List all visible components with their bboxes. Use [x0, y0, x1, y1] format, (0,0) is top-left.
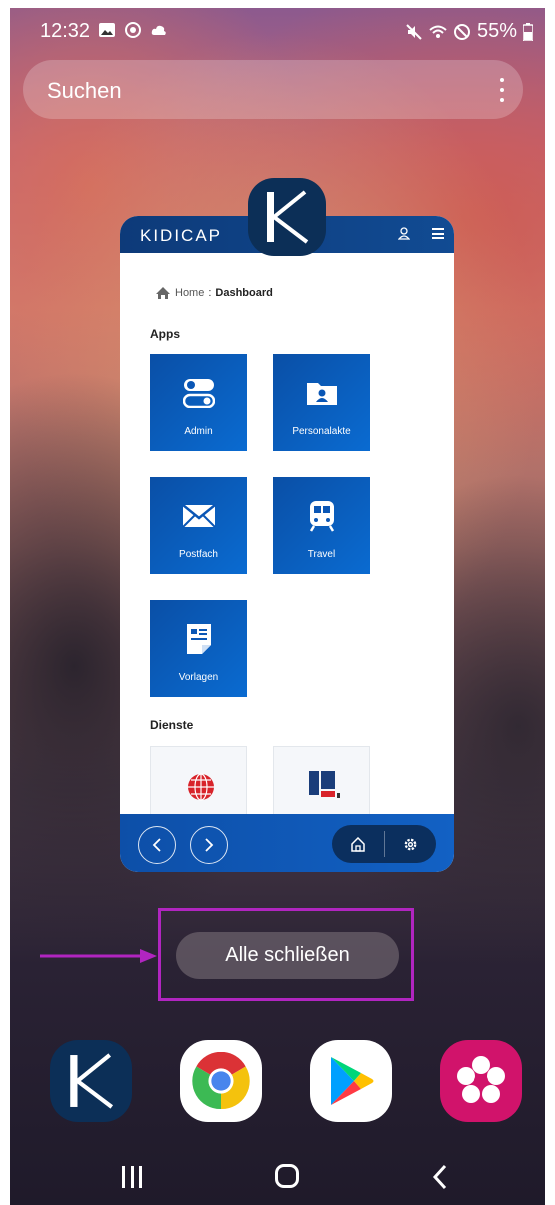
app-footer-nav [120, 814, 454, 872]
dock-flower-app[interactable] [440, 1040, 522, 1122]
breadcrumb-current: Dashboard [215, 287, 273, 299]
app-tile-label: Admin [184, 426, 213, 437]
mail-icon [181, 504, 216, 528]
dock-chrome-app[interactable] [180, 1040, 262, 1122]
gallery-icon [99, 23, 115, 37]
chrome-icon [192, 1052, 250, 1110]
kidicap-icon [70, 1053, 114, 1109]
play-store-icon [331, 1057, 374, 1105]
annotation-arrow [40, 949, 157, 963]
gear-icon [404, 838, 417, 850]
app-tile-travel[interactable]: Travel [273, 477, 370, 574]
mute-icon [406, 23, 422, 40]
system-nav-bar [10, 1148, 545, 1205]
blocks-logo-icon [309, 771, 340, 798]
back-nav-button[interactable] [138, 826, 176, 864]
dock-kidicap-app[interactable] [50, 1040, 132, 1122]
status-time: 12:32 [40, 20, 91, 42]
sync-icon [125, 22, 141, 38]
app-tile-vorlagen[interactable]: Vorlagen [150, 600, 247, 697]
home-nav-button[interactable] [275, 1164, 299, 1188]
app-tile-personalakte[interactable]: Personalakte [273, 354, 370, 451]
forward-nav-button[interactable] [190, 826, 228, 864]
battery-percent: 55% [476, 20, 517, 42]
settings-button[interactable] [384, 825, 436, 863]
phone-screen: 12:32 55% Suchen KIDICAP Home: Dashboar… [10, 8, 545, 1205]
app-tile-label: Personalakte [292, 426, 351, 437]
wifi-icon [429, 25, 447, 38]
home-icon[interactable] [155, 286, 171, 300]
app-tile-admin[interactable]: Admin [150, 354, 247, 451]
recent-app-card[interactable]: KIDICAP Home : Dashboard Apps Admin Pers… [120, 216, 454, 872]
kidicap-app-icon[interactable] [248, 178, 326, 256]
battery-icon [523, 22, 533, 41]
search-placeholder: Suchen [47, 78, 122, 103]
user-icon[interactable] [398, 227, 410, 240]
app-tile-postfach[interactable]: Postfach [150, 477, 247, 574]
home-icon [351, 836, 365, 852]
chevron-left-icon [152, 838, 161, 852]
breadcrumb-separator: : [208, 287, 212, 299]
cloud-icon [151, 25, 166, 35]
kidicap-k-icon [267, 190, 309, 244]
dock-play-store-app[interactable] [310, 1040, 392, 1122]
status-bar: 12:32 55% [10, 8, 545, 54]
services-section-title: Dienste [150, 718, 194, 732]
breadcrumb: Home : Dashboard [155, 286, 273, 300]
search-bar[interactable]: Suchen [23, 60, 523, 119]
apps-section-title: Apps [150, 327, 180, 341]
do-not-disturb-icon [453, 23, 470, 40]
kidicap-logo: KIDICAP [140, 226, 223, 245]
recents-button[interactable] [122, 1166, 142, 1188]
breadcrumb-home[interactable]: Home [175, 287, 204, 299]
app-tile-label: Postfach [179, 549, 218, 560]
notification-icons [98, 21, 168, 39]
app-tile-label: Travel [307, 549, 336, 560]
hamburger-menu-icon[interactable] [432, 228, 444, 239]
flower-icon [457, 1056, 505, 1103]
more-options-icon[interactable] [499, 78, 505, 102]
close-all-button[interactable]: Alle schließen [176, 932, 399, 979]
document-icon [186, 624, 211, 654]
admin-toggle-icon [182, 379, 215, 408]
footer-action-group [332, 825, 436, 863]
chevron-right-icon [205, 838, 214, 852]
app-tile-label: Vorlagen [178, 672, 219, 683]
back-button[interactable] [432, 1164, 448, 1190]
train-icon [309, 501, 334, 532]
home-button[interactable] [332, 825, 384, 863]
system-icons: 55% [405, 20, 533, 43]
globe-logo-icon [188, 773, 214, 801]
folder-person-icon [306, 383, 337, 405]
